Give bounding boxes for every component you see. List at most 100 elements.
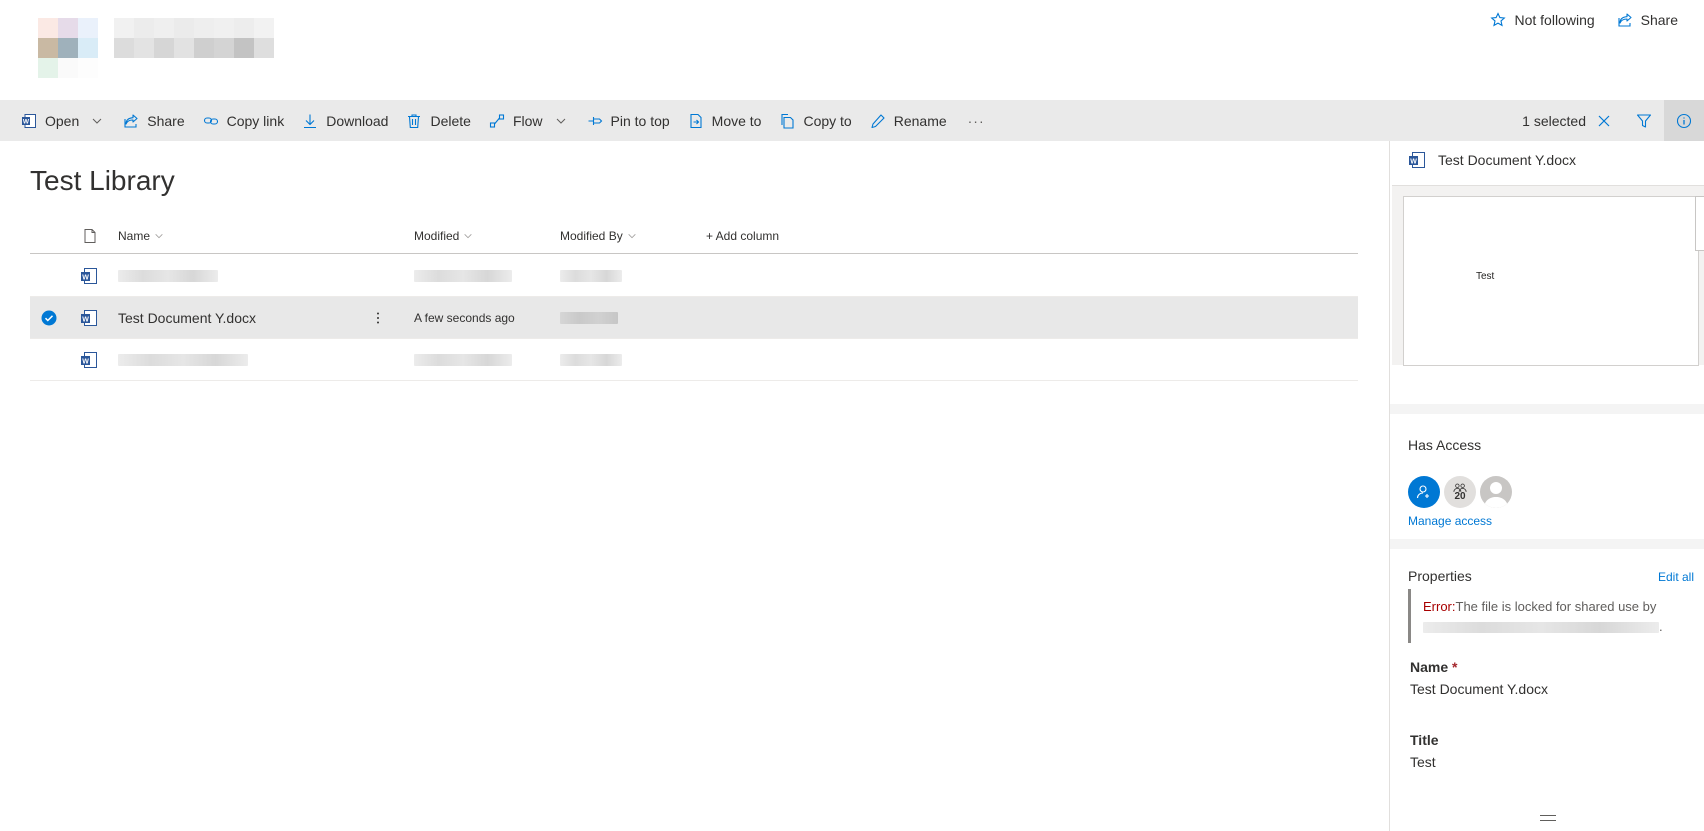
details-header: W Test Document Y.docx — [1408, 151, 1576, 169]
modified-redacted — [414, 270, 512, 282]
trash-icon — [408, 113, 421, 128]
preview-page: Test — [1403, 196, 1699, 366]
move-icon — [690, 113, 702, 128]
title-field[interactable]: Title Test — [1410, 732, 1439, 770]
more-vertical-icon[interactable] — [370, 310, 386, 326]
section-divider — [1390, 539, 1704, 549]
copy-icon — [781, 113, 795, 129]
share-access-avatar[interactable] — [1408, 476, 1440, 508]
list-item[interactable]: W — [30, 339, 1358, 381]
document-icon — [84, 229, 96, 243]
open-button[interactable]: W Open — [12, 100, 114, 141]
name-field[interactable]: Name * Test Document Y.docx — [1410, 659, 1548, 697]
edit-all-link[interactable]: Edit all — [1658, 570, 1694, 584]
flow-button[interactable]: Flow — [480, 100, 578, 141]
word-file-icon: W — [81, 352, 97, 368]
site-logo[interactable] — [38, 18, 98, 78]
section-divider — [1390, 404, 1704, 414]
modified-by-redacted — [560, 312, 618, 324]
title-label: Title — [1410, 732, 1439, 748]
details-pane: W Test Document Y.docx Test Has Access 2… — [1389, 141, 1704, 831]
svg-text:W: W — [23, 118, 30, 125]
checkmark-circle-icon[interactable] — [41, 310, 57, 326]
name-column-header[interactable]: Name — [118, 218, 164, 254]
filter-icon — [1636, 113, 1652, 128]
svg-text:W: W — [82, 274, 89, 281]
modified-column-header[interactable]: Modified — [414, 218, 473, 254]
download-button[interactable]: Download — [293, 100, 397, 141]
group-count: 20 — [1454, 490, 1466, 502]
required-marker: * — [1452, 659, 1458, 675]
copy-to-button[interactable]: Copy to — [770, 100, 860, 141]
add-person-icon — [1416, 485, 1429, 499]
modified-by-column-header[interactable]: Modified By — [560, 218, 637, 254]
word-file-icon: W — [81, 268, 97, 284]
file-preview[interactable]: Test — [1392, 185, 1704, 366]
modified-by-redacted — [560, 354, 622, 366]
ellipsis-icon: ··· — [967, 112, 985, 129]
modified-value: A few seconds ago — [414, 311, 515, 325]
details-pane-toggle[interactable] — [1664, 100, 1704, 141]
chevron-down-icon — [464, 234, 472, 239]
access-avatars: 20 — [1408, 476, 1512, 508]
site-header: Not following Share — [0, 0, 1704, 100]
resize-handle-icon[interactable] — [1540, 815, 1556, 821]
share-label: Share — [1640, 12, 1678, 28]
preview-scrollbar[interactable] — [1695, 196, 1704, 251]
follow-button[interactable]: Not following — [1490, 12, 1595, 28]
pin-to-top-button[interactable]: Pin to top — [578, 100, 679, 141]
group-access-avatar[interactable]: 20 — [1444, 476, 1476, 508]
list-header: Name Modified Modified By + Add column — [30, 218, 1358, 254]
share-command-button[interactable]: Share — [114, 100, 193, 141]
file-name-redacted — [118, 270, 218, 282]
delete-button[interactable]: Delete — [397, 100, 479, 141]
file-name-redacted — [118, 354, 248, 366]
selection-indicator: 1 selected — [1510, 113, 1624, 129]
copy-link-button[interactable]: Copy link — [194, 100, 294, 141]
svg-text:W: W — [1410, 158, 1417, 165]
chevron-down-icon — [628, 234, 636, 239]
modified-redacted — [414, 354, 512, 366]
info-icon — [1676, 113, 1692, 128]
file-name-link[interactable]: Test Document Y.docx — [118, 310, 256, 326]
name-value: Test Document Y.docx — [1410, 681, 1549, 697]
close-icon[interactable] — [1596, 113, 1612, 129]
selected-count: 1 selected — [1522, 112, 1586, 129]
follow-label: Not following — [1514, 12, 1595, 28]
move-to-button[interactable]: Move to — [679, 100, 771, 141]
link-icon — [203, 116, 218, 125]
pin-icon — [588, 116, 602, 125]
list-item[interactable]: W — [30, 255, 1358, 297]
flow-icon — [489, 113, 504, 128]
share-icon — [124, 113, 138, 128]
add-column-button[interactable]: + Add column — [706, 218, 779, 254]
details-file-name: Test Document Y.docx — [1438, 152, 1577, 168]
person-icon — [1484, 482, 1508, 508]
site-title-redacted — [114, 18, 274, 58]
word-file-icon: W — [1409, 152, 1425, 168]
error-text: The file is locked for shared use by — [1455, 599, 1657, 614]
error-label: Error: — [1423, 599, 1456, 614]
list-item-selected[interactable]: W Test Document Y.docx A few seconds ago — [30, 297, 1358, 339]
rename-button[interactable]: Rename — [861, 100, 956, 141]
share-icon — [1618, 13, 1632, 27]
properties-heading: Properties — [1408, 568, 1472, 584]
file-type-column-header[interactable] — [82, 218, 98, 254]
chevron-down-icon — [155, 234, 163, 239]
command-bar: W Open Share Copy link Download Delete F… — [0, 100, 1704, 141]
title-value: Test — [1410, 754, 1436, 770]
file-list: W W Test Document Y.docx A few seconds a… — [30, 255, 1358, 381]
manage-access-link[interactable]: Manage access — [1408, 514, 1492, 528]
svg-text:W: W — [82, 358, 89, 365]
preview-text: Test — [1476, 271, 1495, 282]
pencil-icon — [871, 113, 885, 128]
locked-by-user-redacted — [1423, 622, 1659, 634]
person-avatar[interactable] — [1480, 476, 1512, 508]
page-title: Test Library — [30, 165, 175, 196]
more-commands-button[interactable]: ··· — [956, 100, 997, 141]
filter-button[interactable] — [1624, 100, 1664, 141]
svg-text:W: W — [82, 316, 89, 323]
word-file-icon: W — [81, 310, 97, 326]
star-icon — [1490, 12, 1507, 27]
site-share-button[interactable]: Share — [1617, 12, 1678, 28]
